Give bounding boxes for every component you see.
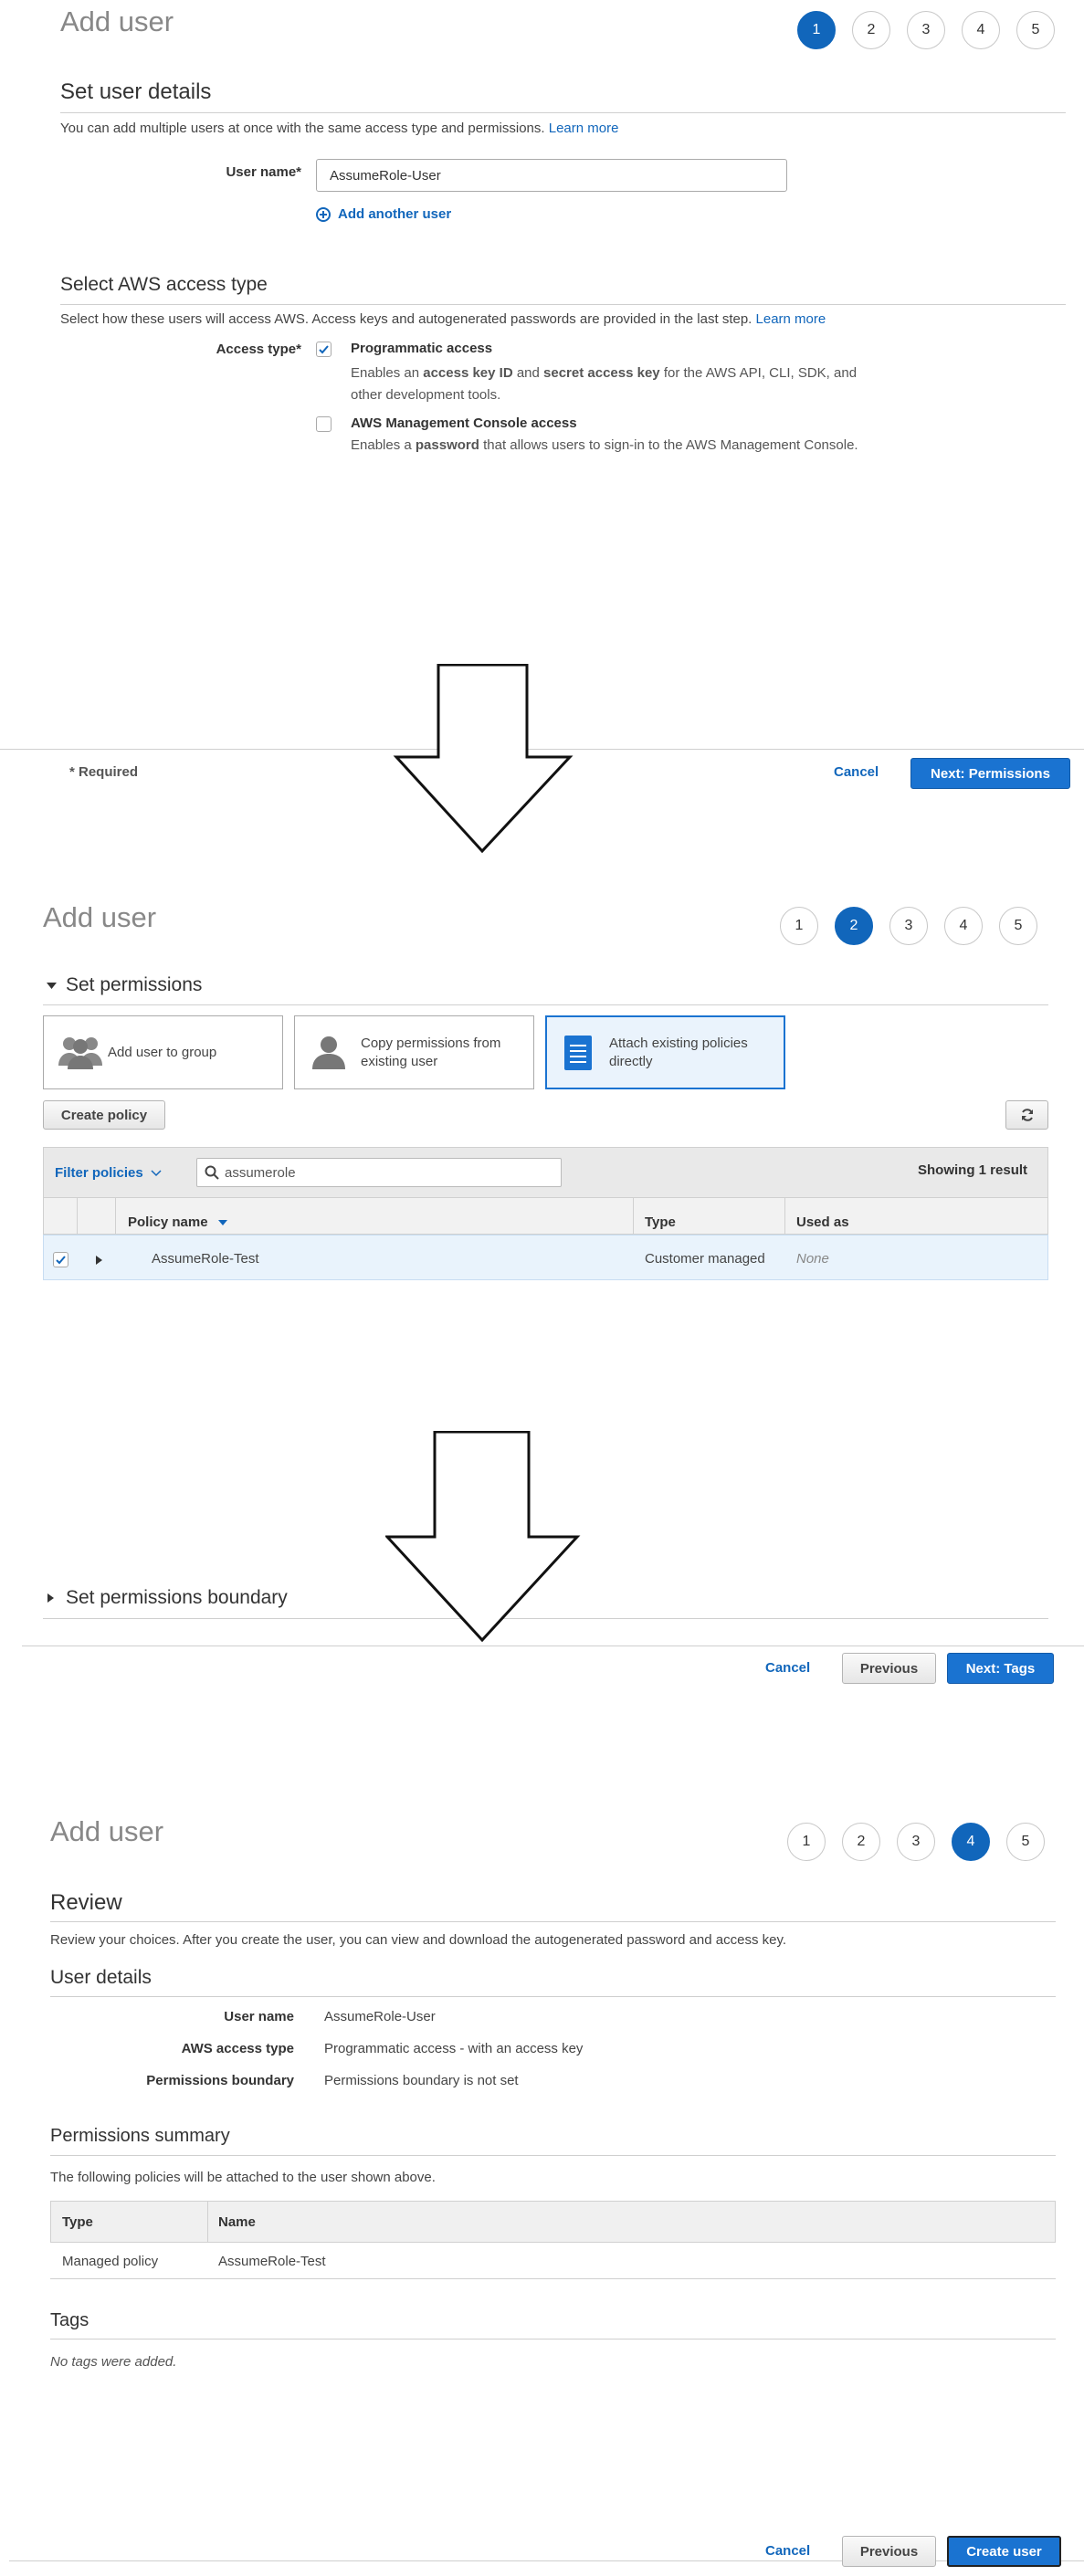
programmatic-access-title: Programmatic access bbox=[351, 341, 493, 356]
programmatic-access-desc: Enables an access key ID and secret acce… bbox=[351, 365, 858, 403]
column-policy-name[interactable]: Policy name bbox=[128, 1214, 228, 1230]
detail-label: AWS access type bbox=[181, 2041, 294, 2056]
tags-title: Tags bbox=[50, 2310, 89, 2330]
previous-button[interactable]: Previous bbox=[842, 1653, 936, 1684]
page-title: Add user bbox=[50, 1815, 164, 1847]
detail-label: Permissions boundary bbox=[146, 2073, 294, 2088]
attach-policies-option[interactable]: Attach existing policies directly bbox=[545, 1015, 785, 1089]
column-type: Type bbox=[62, 2214, 93, 2230]
sort-down-icon bbox=[217, 1219, 227, 1225]
add-another-user-label: Add another user bbox=[338, 206, 452, 222]
search-input[interactable]: assumerole bbox=[196, 1158, 562, 1187]
page-title: Add user bbox=[60, 5, 174, 37]
next-tags-button[interactable]: Next: Tags bbox=[947, 1653, 1054, 1684]
user-details-title: User details bbox=[50, 1967, 152, 1988]
step-1[interactable]: 1 bbox=[797, 11, 836, 49]
username-label: User name* bbox=[226, 164, 301, 180]
chevron-down-icon bbox=[47, 983, 57, 989]
set-permissions-toggle[interactable]: Set permissions bbox=[46, 974, 202, 996]
user-icon bbox=[312, 1036, 345, 1069]
detail-value: Programmatic access - with an access key bbox=[324, 2041, 584, 2056]
step-5[interactable]: 5 bbox=[1016, 11, 1055, 49]
table-row bbox=[50, 2243, 1056, 2279]
detail-value: AssumeRole-User bbox=[324, 2009, 436, 2024]
intro-text: You can add multiple users at once with … bbox=[60, 121, 545, 136]
down-arrow-icon bbox=[385, 1431, 581, 1643]
page-title: Add user bbox=[43, 901, 157, 933]
username-input[interactable] bbox=[316, 159, 787, 192]
step-2[interactable]: 2 bbox=[852, 11, 890, 49]
next-permissions-button[interactable]: Next: Permissions bbox=[910, 758, 1070, 789]
no-tags-text: No tags were added. bbox=[50, 2354, 177, 2370]
column-used-as[interactable]: Used as bbox=[796, 1214, 849, 1230]
step-3[interactable]: 3 bbox=[889, 907, 928, 945]
permissions-summary-intro: The following policies will be attached … bbox=[50, 2170, 436, 2185]
cancel-button[interactable]: Cancel bbox=[834, 764, 879, 780]
chevron-down-icon bbox=[151, 1169, 162, 1176]
step-4[interactable]: 4 bbox=[944, 907, 983, 945]
step-4[interactable]: 4 bbox=[952, 1823, 990, 1861]
console-access-title: AWS Management Console access bbox=[351, 415, 577, 431]
review-intro: Review your choices. After you create th… bbox=[50, 1932, 787, 1948]
create-policy-button[interactable]: Create policy bbox=[43, 1100, 165, 1130]
caret-right-icon[interactable] bbox=[94, 1255, 103, 1266]
programmatic-access-checkbox[interactable] bbox=[316, 342, 332, 357]
checkbox-check-icon bbox=[56, 1256, 66, 1265]
step-3[interactable]: 3 bbox=[897, 1823, 935, 1861]
access-intro: Select how these users will access AWS. … bbox=[60, 311, 752, 327]
step-5[interactable]: 5 bbox=[1006, 1823, 1045, 1861]
access-learn-more-link[interactable]: Learn more bbox=[756, 311, 826, 327]
permissions-summary-title: Permissions summary bbox=[50, 2126, 230, 2146]
cancel-button-footer[interactable]: Cancel bbox=[765, 2543, 810, 2559]
down-arrow-icon bbox=[393, 664, 574, 854]
policy-used-as: None bbox=[796, 1251, 829, 1267]
learn-more-link[interactable]: Learn more bbox=[549, 121, 619, 136]
column-name: Name bbox=[218, 2214, 256, 2230]
step-5[interactable]: 5 bbox=[999, 907, 1037, 945]
step-4[interactable]: 4 bbox=[962, 11, 1000, 49]
access-section-title: Select AWS access type bbox=[60, 274, 268, 295]
group-icon bbox=[58, 1036, 102, 1069]
access-type-label: Access type* bbox=[216, 342, 301, 357]
permissions-boundary-toggle[interactable]: Set permissions boundary bbox=[46, 1587, 288, 1609]
step-2[interactable]: 2 bbox=[842, 1823, 880, 1861]
boundary-title: Set permissions boundary bbox=[66, 1587, 288, 1608]
copy-permissions-option[interactable]: Copy permissions from existing user bbox=[294, 1015, 534, 1089]
caret-right-icon bbox=[47, 1593, 54, 1603]
policy-name-link[interactable]: AssumeRole-Test bbox=[152, 1251, 259, 1267]
filter-policies-dropdown[interactable]: Filter policies bbox=[55, 1165, 162, 1181]
checkbox-check-icon bbox=[319, 345, 329, 354]
policy-name-link[interactable]: AssumeRole-Test bbox=[218, 2254, 326, 2269]
result-count: Showing 1 result bbox=[918, 1162, 1028, 1178]
row-checkbox[interactable] bbox=[53, 1252, 68, 1267]
console-access-desc: Enables a password that allows users to … bbox=[351, 437, 858, 453]
step-1[interactable]: 1 bbox=[780, 907, 818, 945]
add-another-user-button[interactable]: Add another user bbox=[316, 206, 451, 222]
refresh-button[interactable] bbox=[1005, 1100, 1048, 1130]
required-note: * Required bbox=[69, 764, 139, 780]
refresh-icon bbox=[1021, 1109, 1033, 1121]
previous-button[interactable]: Previous bbox=[842, 2536, 936, 2567]
step-2[interactable]: 2 bbox=[835, 907, 873, 945]
step-3[interactable]: 3 bbox=[907, 11, 945, 49]
document-icon bbox=[564, 1035, 592, 1070]
section-title: Set user details bbox=[60, 79, 212, 104]
policy-type: Customer managed bbox=[645, 1251, 765, 1267]
column-type[interactable]: Type bbox=[645, 1214, 676, 1230]
plus-circle-icon bbox=[316, 206, 331, 222]
cancel-button[interactable]: Cancel bbox=[765, 1660, 810, 1676]
section-title: Set permissions bbox=[66, 974, 203, 995]
detail-label: User name bbox=[224, 2009, 294, 2024]
create-user-button[interactable]: Create user bbox=[947, 2536, 1061, 2567]
step-1[interactable]: 1 bbox=[787, 1823, 826, 1861]
policy-type: Managed policy bbox=[62, 2254, 159, 2269]
search-icon bbox=[205, 1165, 219, 1180]
add-to-group-option[interactable]: Add user to group bbox=[43, 1015, 283, 1089]
section-title: Review bbox=[50, 1890, 122, 1915]
table-header bbox=[50, 2201, 1056, 2243]
console-access-checkbox[interactable] bbox=[316, 416, 332, 432]
detail-value: Permissions boundary is not set bbox=[324, 2073, 519, 2088]
